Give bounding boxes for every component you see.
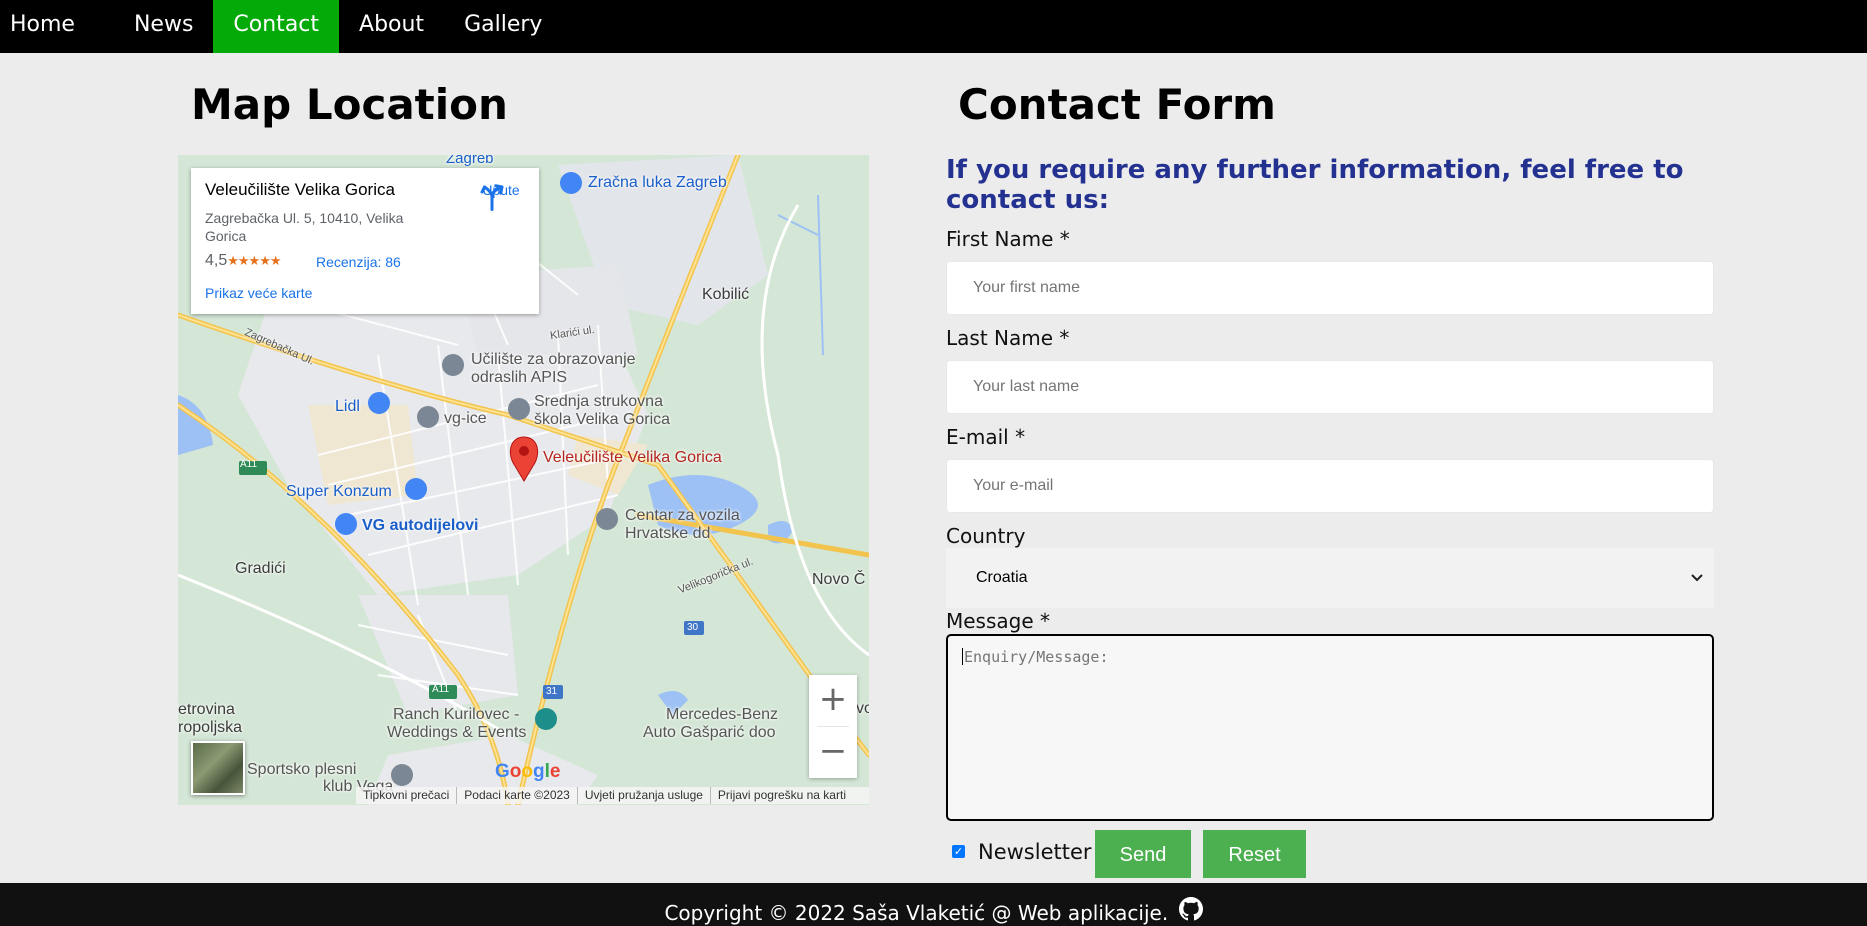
map-label-a11: A11 bbox=[240, 459, 258, 470]
chevron-down-icon bbox=[1690, 548, 1704, 634]
last-name-input[interactable]: Your last name bbox=[946, 360, 1714, 414]
nav-news[interactable]: News bbox=[114, 0, 213, 53]
map-label-srednja: Srednja strukovna bbox=[534, 393, 663, 410]
form-subtitle: If you require any further information, … bbox=[946, 155, 1684, 215]
report-error-link[interactable]: Prijavi pogrešku na karti bbox=[709, 787, 853, 804]
map-label-a11-b: A11 bbox=[432, 684, 450, 695]
copyright-text: Copyright © 2022 Saša Vlaketić @ Web apl… bbox=[664, 901, 1169, 925]
nav-contact[interactable]: Contact bbox=[213, 0, 340, 53]
map-label-30: 30 bbox=[687, 622, 699, 633]
send-button[interactable]: Send bbox=[1095, 830, 1191, 878]
map-attribution: Tipkovni prečaci Podaci karte ©2023 Uvje… bbox=[356, 787, 869, 804]
directions-button[interactable]: Upute bbox=[477, 182, 525, 211]
map-label-trovina: etrovina bbox=[178, 701, 235, 718]
map-label-novoc: Novo Č bbox=[812, 571, 866, 588]
message-textarea[interactable]: Enquiry/Message: bbox=[946, 634, 1714, 821]
place-info-card: Veleučilište Velika Gorica Zagrebačka Ul… bbox=[191, 168, 539, 314]
map-label-mercedes-2: Auto Gašparić doo bbox=[643, 724, 776, 741]
map-label-veleuciliste: Veleučilište Velika Gorica bbox=[543, 449, 722, 466]
map-label-ranch: Ranch Kurilovec - bbox=[393, 706, 520, 723]
place-name: Veleučilište Velika Gorica bbox=[205, 180, 395, 199]
email-label: E-mail * bbox=[946, 425, 1026, 449]
map-label-gradici: Gradići bbox=[235, 560, 286, 577]
map-label-topoljska: ropoljska bbox=[178, 719, 243, 736]
map-label-31: 31 bbox=[546, 686, 558, 697]
map-label-ranch-2: Weddings & Events bbox=[387, 724, 527, 741]
form-section-title: Contact Form bbox=[958, 80, 1276, 129]
keyboard-shortcuts-link[interactable]: Tipkovni prečaci bbox=[356, 787, 456, 804]
map-label-vgauto: VG autodijelovi bbox=[362, 517, 479, 534]
map-label-centar-2: Hrvatske dd bbox=[625, 525, 711, 542]
last-name-label: Last Name * bbox=[946, 326, 1070, 350]
map-section-title: Map Location bbox=[191, 80, 508, 129]
rating-value: 4,5 bbox=[205, 252, 228, 269]
map-label-airport: Zračna luka Zagreb bbox=[588, 174, 727, 191]
country-label: Country bbox=[946, 524, 1026, 548]
directions-icon bbox=[480, 184, 504, 211]
nav-about[interactable]: About bbox=[339, 0, 444, 53]
newsletter-checkbox[interactable]: ✓ bbox=[952, 845, 965, 858]
map-label-superkonzum: Super Konzum bbox=[286, 483, 392, 500]
country-select[interactable]: Croatia bbox=[946, 548, 1714, 608]
map-label-lidl: Lidl bbox=[335, 398, 360, 415]
place-rating: 4,5★★★★★ bbox=[205, 252, 282, 270]
nav-home[interactable]: Home bbox=[0, 0, 114, 53]
first-name-label: First Name * bbox=[946, 227, 1070, 251]
map-label-mercedes: Mercedes-Benz bbox=[666, 706, 779, 723]
reset-button[interactable]: Reset bbox=[1203, 830, 1306, 878]
nav-gallery[interactable]: Gallery bbox=[444, 0, 562, 53]
map-label-vo: vo bbox=[856, 700, 869, 717]
first-name-input[interactable]: Your first name bbox=[946, 261, 1714, 315]
message-label: Message * bbox=[946, 609, 1051, 633]
message-placeholder: Enquiry/Message: bbox=[964, 648, 1109, 666]
zoom-controls: + − bbox=[809, 675, 857, 778]
rating-stars-icon: ★★★★★ bbox=[227, 253, 281, 268]
top-nav: Home News Contact About Gallery bbox=[0, 0, 1867, 53]
country-value: Croatia bbox=[976, 569, 1028, 586]
map-data-label: Podaci karte ©2023 bbox=[456, 787, 577, 804]
map-label-sportsko: Sportsko plesni bbox=[247, 761, 357, 778]
zoom-out-button[interactable]: − bbox=[809, 727, 857, 778]
terms-link[interactable]: Uvjeti pružanja usluge bbox=[576, 787, 710, 804]
footer: Copyright © 2022 Saša Vlaketić @ Web apl… bbox=[0, 883, 1867, 926]
email-input[interactable]: Your e-mail bbox=[946, 459, 1714, 513]
google-map[interactable]: Zagreb Zračna luka Zagreb Kobilić Klarić… bbox=[178, 155, 869, 805]
map-label-uciliste-2: odraslih APIS bbox=[471, 369, 568, 386]
map-label-uciliste: Učilište za obrazovanje bbox=[471, 351, 636, 368]
map-label-kobilic: Kobilić bbox=[702, 286, 750, 303]
reviews-link[interactable]: Recenzija: 86 bbox=[316, 254, 401, 270]
zoom-in-button[interactable]: + bbox=[809, 675, 857, 726]
newsletter-label: Newsletter bbox=[978, 840, 1092, 864]
text-caret bbox=[962, 648, 963, 665]
place-address: Zagrebačka Ul. 5, 10410, Velika Gorica bbox=[205, 210, 404, 244]
satellite-toggle[interactable] bbox=[191, 741, 245, 795]
map-label-srednja-2: škola Velika Gorica bbox=[534, 411, 671, 428]
google-logo: Google bbox=[495, 761, 561, 782]
map-label-zagreb: Zagreb bbox=[446, 155, 494, 167]
github-icon[interactable] bbox=[1178, 897, 1203, 921]
map-label-centar: Centar za vozila bbox=[625, 507, 740, 524]
map-label-vgice: vg-ice bbox=[444, 410, 487, 427]
bigger-map-link[interactable]: Prikaz veće karte bbox=[205, 285, 312, 301]
